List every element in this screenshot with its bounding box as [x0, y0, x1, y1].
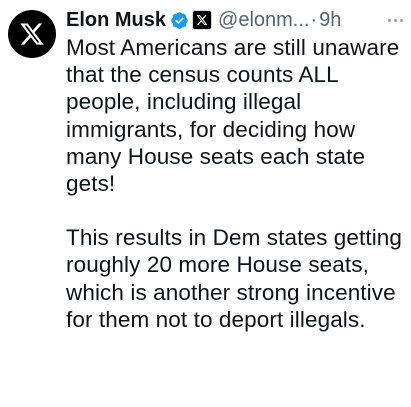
verified-badge-icon	[170, 11, 189, 30]
tweet-header: Elon Musk @elonm... · 9h	[66, 7, 405, 33]
x-affiliation-icon	[192, 10, 213, 30]
x-logo-icon	[20, 23, 44, 45]
more-options-icon[interactable]	[388, 18, 405, 22]
author-handle[interactable]: @elonm...	[218, 9, 309, 32]
timestamp[interactable]: 9h	[319, 9, 341, 32]
tweet-text: Most Americans are still unaware that th…	[66, 34, 406, 333]
separator-dot: ·	[310, 8, 318, 31]
avatar[interactable]	[8, 10, 56, 58]
tweet[interactable]: Elon Musk @elonm... · 9h Most Americans …	[0, 0, 411, 407]
tweet-paragraph-2: This results in Dem states getting rough…	[66, 225, 403, 332]
author-name[interactable]: Elon Musk	[66, 9, 166, 32]
tweet-paragraph-1: Most Americans are still unaware that th…	[66, 35, 400, 197]
